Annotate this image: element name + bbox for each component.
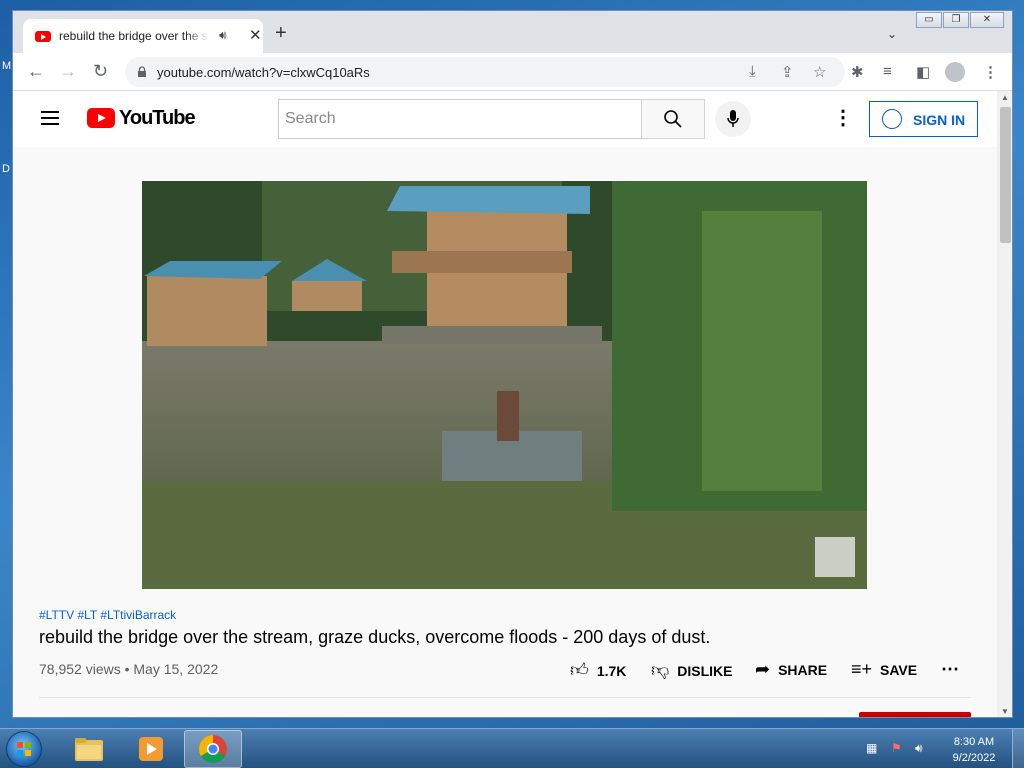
- speaker-icon[interactable]: 🔊︎: [219, 28, 227, 43]
- youtube-logo-icon[interactable]: [87, 108, 115, 128]
- media-queue-icon[interactable]: ≡: [883, 63, 892, 80]
- close-window-button[interactable]: ✕: [970, 12, 1004, 28]
- network-icon[interactable]: ▦: [866, 741, 880, 755]
- chrome-taskbar-button[interactable]: [184, 730, 242, 768]
- save-label: SAVE: [880, 662, 918, 678]
- chrome-icon: [199, 735, 227, 763]
- youtube-favicon-icon: [35, 31, 51, 42]
- media-player-icon: [139, 737, 163, 761]
- desktop-icon-label: M: [2, 60, 12, 72]
- dislike-button[interactable]: 👎︎ DISLIKE: [651, 659, 733, 683]
- search-icon: [664, 110, 682, 128]
- address-bar[interactable]: youtube.com/watch?v=clxwCq10aRs ⤓ ⇪ ☆: [125, 57, 845, 87]
- sign-in-label: SIGN IN: [913, 112, 966, 128]
- browser-menu-icon[interactable]: ⋮: [983, 63, 998, 81]
- more-actions-icon[interactable]: ⋯: [941, 659, 959, 683]
- windows-logo-icon: [17, 742, 31, 756]
- tab-strip: rebuild the bridge over the s 🔊︎ ✕ + ⌄ ▭…: [13, 11, 1012, 53]
- minimize-button[interactable]: ▭: [916, 12, 942, 28]
- media-player-taskbar-button[interactable]: [122, 730, 180, 768]
- profile-avatar[interactable]: [945, 62, 965, 82]
- video-player[interactable]: [142, 181, 867, 589]
- folder-icon: [75, 738, 103, 761]
- page-scrollbar[interactable]: ▲ ▼: [997, 91, 1012, 717]
- subscribe-button[interactable]: [859, 712, 971, 717]
- clock-time: 8:30 AM: [953, 736, 995, 748]
- thumbs-up-icon: 👍︎: [570, 660, 589, 680]
- reload-icon[interactable]: ↻: [93, 62, 108, 80]
- url-text: youtube.com/watch?v=clxwCq10aRs: [157, 65, 370, 80]
- youtube-header: YouTube ⋮ SIGN IN: [13, 91, 997, 147]
- hamburger-menu-icon[interactable]: [41, 111, 59, 125]
- sign-in-button[interactable]: SIGN IN: [869, 101, 978, 137]
- divider: [39, 697, 971, 698]
- chevron-down-icon[interactable]: ⌄: [887, 27, 897, 41]
- like-button[interactable]: 👍︎ 1.7K: [570, 659, 626, 683]
- share-label: SHARE: [778, 662, 828, 678]
- account-icon: [882, 109, 902, 129]
- youtube-logo-text[interactable]: YouTube: [119, 107, 196, 130]
- volume-icon[interactable]: 🔊︎: [915, 741, 929, 755]
- restore-button[interactable]: ❐: [943, 12, 969, 28]
- system-clock[interactable]: 8:30 AM 9/2/2022: [942, 734, 1006, 766]
- share-icon[interactable]: ⇪: [781, 63, 794, 81]
- new-tab-button[interactable]: +: [275, 23, 287, 43]
- dislike-label: DISLIKE: [677, 663, 733, 679]
- scrollbar-thumb[interactable]: [1000, 107, 1011, 243]
- file-explorer-taskbar-button[interactable]: [60, 730, 118, 768]
- back-arrow-icon[interactable]: ←: [27, 62, 45, 80]
- windows-taskbar: ▦ ⚑ 🔊︎ 8:30 AM 9/2/2022: [0, 728, 1024, 768]
- browser-window: rebuild the bridge over the s 🔊︎ ✕ + ⌄ ▭…: [12, 10, 1013, 718]
- forward-arrow-icon[interactable]: →: [59, 62, 77, 80]
- show-desktop-button[interactable]: [1012, 729, 1024, 768]
- bookmark-star-icon[interactable]: ☆: [813, 63, 826, 81]
- scroll-down-icon[interactable]: ▼: [1001, 707, 1009, 716]
- share-button[interactable]: ➦ SHARE: [755, 659, 827, 683]
- youtube-page: YouTube ⋮ SIGN IN: [13, 91, 997, 717]
- browser-toolbar: ← → ↻ youtube.com/watch?v=clxwCq10aRs ⤓ …: [13, 53, 1012, 91]
- extensions-icon[interactable]: ✱: [851, 63, 864, 81]
- playlist-add-icon: ≡+: [851, 659, 873, 679]
- search-input[interactable]: [279, 100, 641, 138]
- tab-title: rebuild the bridge over the s: [59, 29, 209, 43]
- desktop-icon-label: D: [2, 163, 10, 175]
- side-panel-icon[interactable]: ◧: [916, 63, 930, 81]
- search-box[interactable]: [278, 99, 642, 139]
- video-title: rebuild the bridge over the stream, graz…: [39, 627, 711, 647]
- scroll-up-icon[interactable]: ▲: [1001, 93, 1009, 102]
- like-count: 1.7K: [596, 663, 627, 679]
- install-app-icon[interactable]: ⤓: [749, 63, 756, 80]
- search-button[interactable]: [641, 99, 705, 139]
- voice-search-button[interactable]: [715, 101, 751, 137]
- video-frame: [142, 181, 867, 589]
- close-icon[interactable]: ✕: [249, 26, 262, 44]
- clock-date: 9/2/2022: [952, 752, 996, 764]
- microphone-icon: [727, 110, 739, 127]
- share-arrow-icon: ➦: [755, 659, 771, 679]
- browser-tab-active[interactable]: rebuild the bridge over the s 🔊︎ ✕: [23, 19, 263, 53]
- settings-more-icon[interactable]: ⋮: [833, 105, 853, 130]
- video-hashtags[interactable]: #LTTV #LT #LTtiviBarrack: [39, 608, 176, 622]
- thumbs-down-icon: 👎︎: [651, 660, 670, 680]
- video-meta: 78,952 views • May 15, 2022: [39, 661, 219, 677]
- save-button[interactable]: ≡+ SAVE: [851, 659, 917, 683]
- start-button[interactable]: [6, 731, 42, 767]
- lock-icon: [138, 66, 146, 77]
- action-center-flag-icon[interactable]: ⚑: [891, 741, 905, 755]
